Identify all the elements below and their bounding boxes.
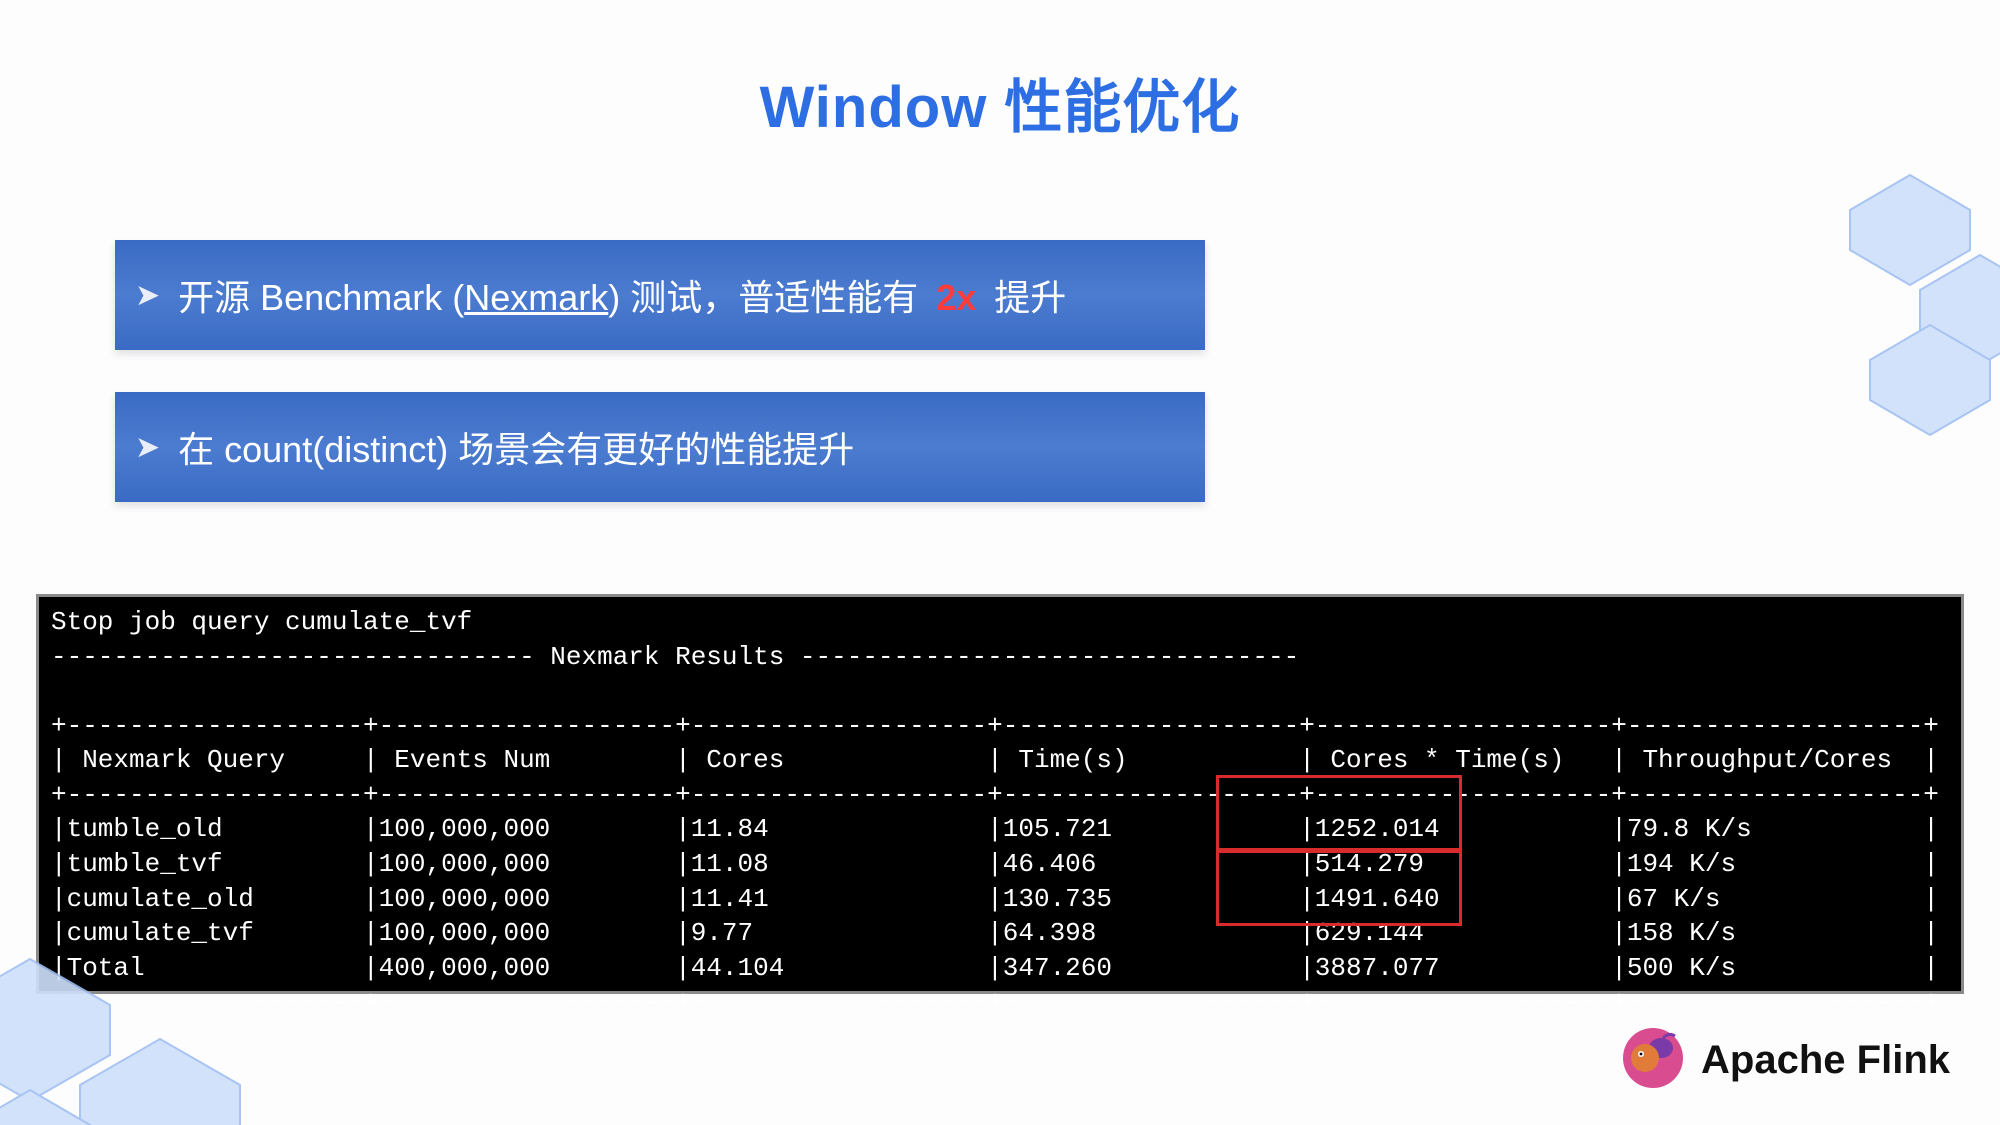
table-row: |tumble_old |100,000,000 |11.84 |105.721… xyxy=(51,814,1939,844)
bullet-icon: ➤ xyxy=(135,278,160,313)
page-title: Window 性能优化 xyxy=(0,60,2000,144)
flink-logo-icon xyxy=(1621,1026,1685,1095)
speedup-highlight: 2x xyxy=(936,277,976,318)
callout-count-distinct: ➤ 在 count(distinct) 场景会有更好的性能提升 xyxy=(115,392,1205,502)
term-line: ------------------------------- Nexmark … xyxy=(51,642,1299,672)
table-row: |Total |400,000,000 |44.104 |347.260 |38… xyxy=(51,953,1939,983)
callout-text: 在 count(distinct) 场景会有更好的性能提升 xyxy=(178,421,854,473)
term-line: Stop job query cumulate_tvf xyxy=(51,607,472,637)
callout-text: 开源 Benchmark ( xyxy=(178,277,464,318)
callout-text: ) 测试，普适性能有 xyxy=(608,277,928,318)
callout-benchmark: ➤ 开源 Benchmark (Nexmark) 测试，普适性能有 2x 提升 xyxy=(115,240,1205,350)
table-row: |tumble_tvf |100,000,000 |11.08 |46.406 … xyxy=(51,849,1939,879)
decoration-top-right xyxy=(1810,130,2000,450)
footer-brand: Apache Flink xyxy=(1621,1026,1950,1095)
callout-text: 提升 xyxy=(984,277,1066,318)
term-line: +-------------------+-------------------… xyxy=(51,987,1939,1017)
table-row: |cumulate_tvf |100,000,000 |9.77 |64.398… xyxy=(51,918,1939,948)
decoration-bottom-left xyxy=(0,885,290,1125)
footer-brand-text: Apache Flink xyxy=(1701,1038,1950,1083)
terminal-output: Stop job query cumulate_tvf ------------… xyxy=(36,594,1964,994)
nexmark-link[interactable]: Nexmark xyxy=(464,277,608,318)
term-line: +-------------------+-------------------… xyxy=(51,711,1939,741)
bullet-icon: ➤ xyxy=(135,430,160,465)
table-row: |cumulate_old |100,000,000 |11.41 |130.7… xyxy=(51,884,1939,914)
term-header: | Nexmark Query | Events Num | Cores | T… xyxy=(51,745,1939,775)
term-line: +-------------------+-------------------… xyxy=(51,780,1939,810)
